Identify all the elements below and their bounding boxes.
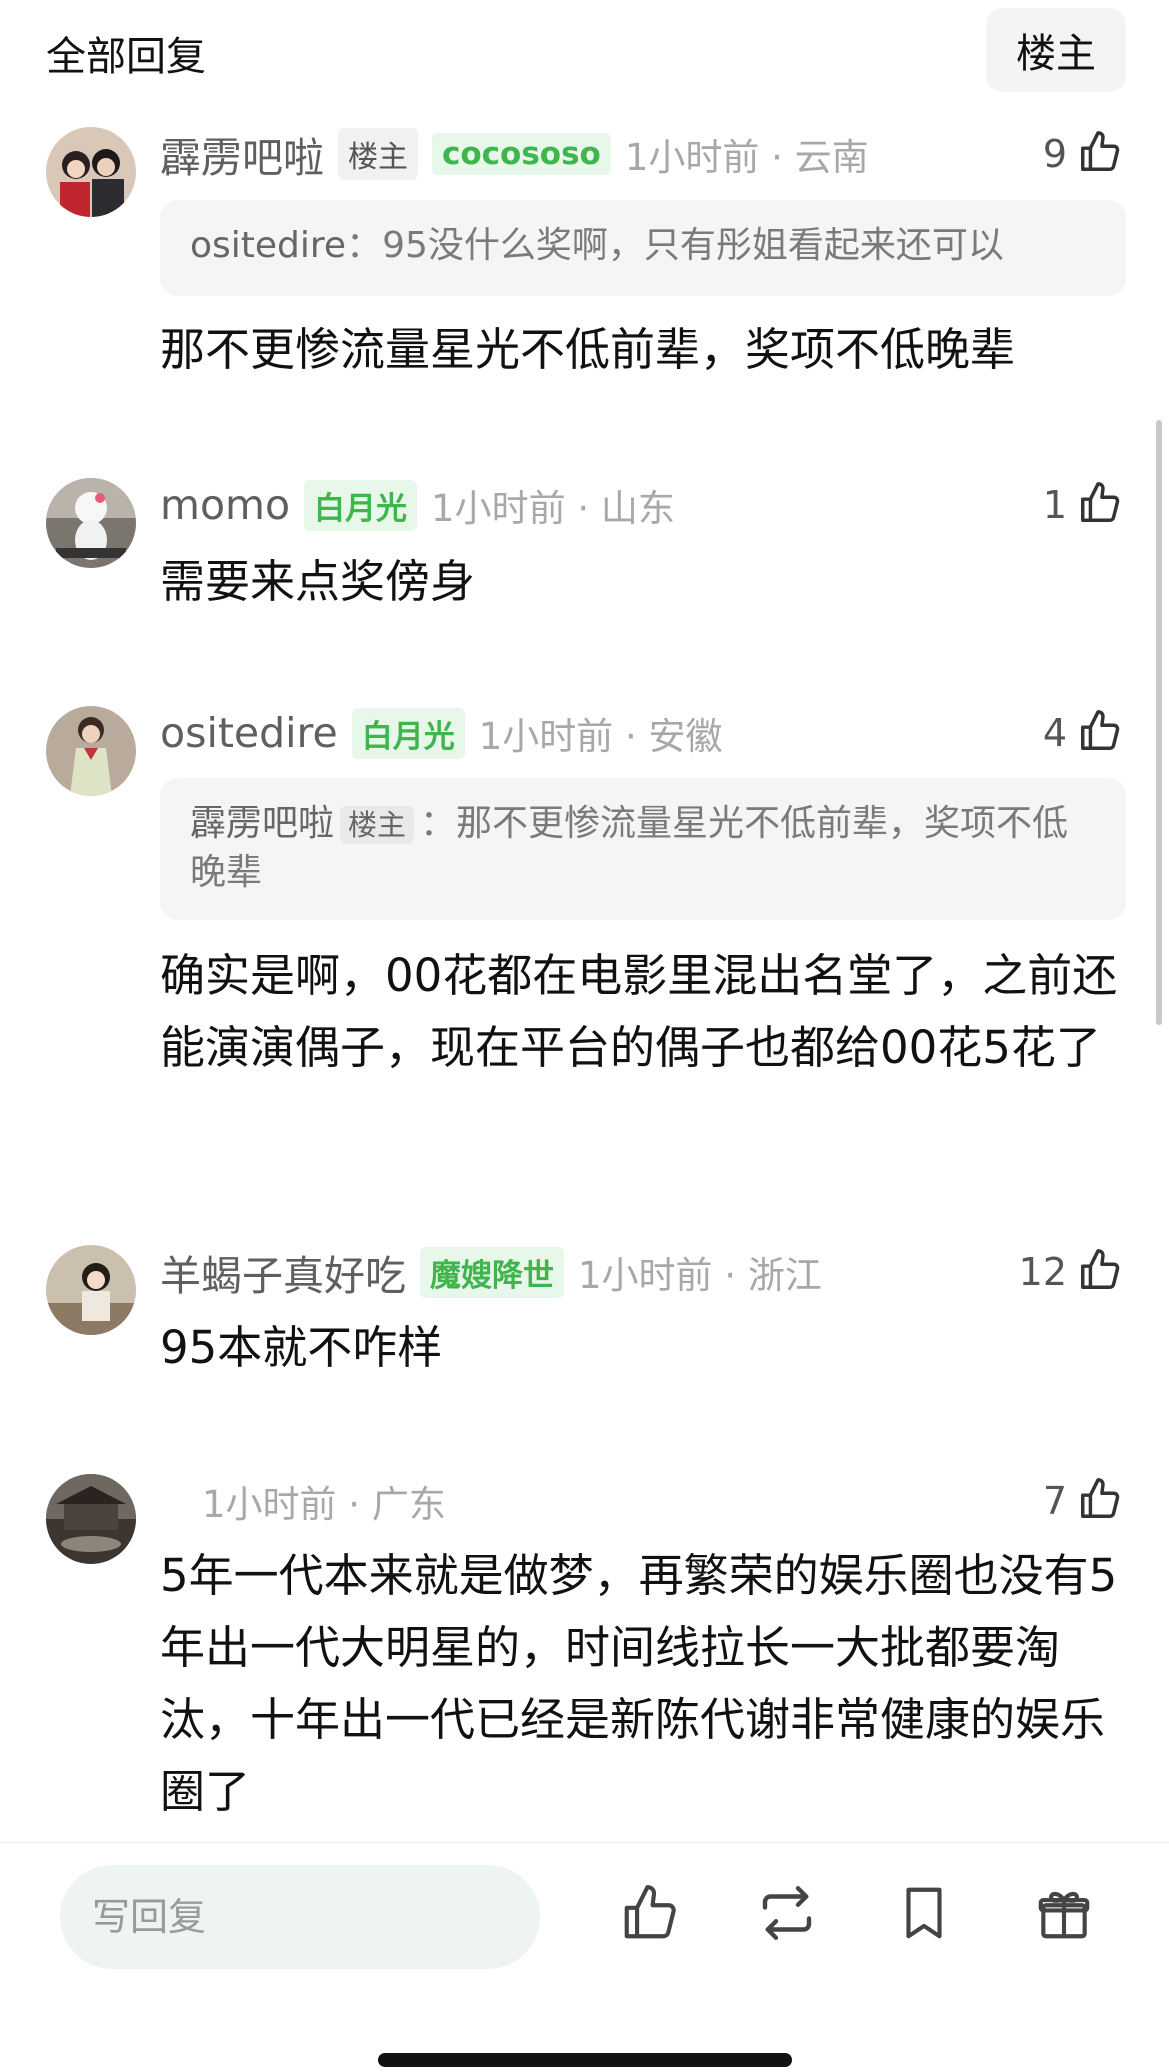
like-button[interactable]: 12	[1019, 1242, 1123, 1302]
op-only-button[interactable]: 楼主	[986, 8, 1126, 92]
quoted-text: 95没什么奖啊，只有彤姐看起来还可以	[382, 225, 1004, 266]
like-action-button[interactable]	[608, 1873, 692, 1957]
thumb-up-icon	[619, 1882, 681, 1948]
timestamp-location: 1小时前 · 浙江	[578, 1254, 822, 1297]
comment-text: 需要来点奖傍身	[160, 555, 476, 608]
repost-icon	[754, 1880, 820, 1950]
comment-meta: momo 白月光 1小时前 · 山东	[160, 475, 675, 535]
timestamp-location: 1小时前 · 云南	[624, 136, 869, 179]
timestamp-location: 1小时前 · 广东	[202, 1483, 446, 1526]
fan-badge: 白月光	[304, 479, 418, 531]
like-count: 12	[1018, 1250, 1067, 1294]
op-badge: 楼主	[338, 128, 418, 180]
quote-separator: ：	[420, 803, 457, 844]
reply-input[interactable]	[60, 1865, 540, 1969]
comment-meta: 1小时前 · 广东	[160, 1471, 446, 1531]
like-button[interactable]: 7	[1043, 1471, 1123, 1531]
comment-text: 95本就不咋样	[160, 1321, 443, 1374]
comment-meta: 霹雳吧啦 楼主 cocososo 1小时前 · 云南	[160, 124, 869, 184]
fan-badge: 魔嫂降世	[420, 1246, 564, 1298]
thumb-up-icon	[1077, 1476, 1123, 1526]
comment-text: 5年一代本来就是做梦，再繁荣的娱乐圈也没有5年出一代大明星的，时间线拉长一大批都…	[160, 1549, 1118, 1818]
scrollbar[interactable]	[1156, 420, 1162, 1025]
bookmark-icon	[893, 1882, 955, 1948]
quote-separator: ：	[346, 225, 383, 266]
comment-meta: ositedire 白月光 1小时前 · 安徽	[160, 703, 723, 763]
bookmark-button[interactable]	[882, 1873, 966, 1957]
like-count: 4	[1042, 711, 1067, 755]
thumb-up-icon	[1077, 708, 1123, 758]
like-count: 9	[1042, 132, 1067, 176]
like-count: 7	[1042, 1479, 1067, 1523]
gift-icon	[1033, 1882, 1095, 1948]
username[interactable]: 霹雳吧啦	[160, 124, 324, 184]
quoted-username: 霹雳吧啦	[190, 803, 335, 844]
comment-meta: 羊蝎子真好吃 魔嫂降世 1小时前 · 浙江	[160, 1242, 822, 1302]
quoted-reply[interactable]: 霹雳吧啦 楼主 ：那不更惨流量星光不低前辈，奖项不低晚辈	[160, 778, 1126, 920]
like-count: 1	[1042, 483, 1067, 527]
username[interactable]: 羊蝎子真好吃	[160, 1242, 406, 1302]
fan-badge: 白月光	[351, 707, 465, 759]
reply-header: 全部回复 楼主	[0, 0, 1169, 110]
gift-button[interactable]	[1022, 1873, 1106, 1957]
fan-badge: cocososo	[432, 133, 611, 175]
repost-button[interactable]	[745, 1873, 829, 1957]
quoted-reply[interactable]: ositedire：95没什么奖啊，只有彤姐看起来还可以	[160, 200, 1126, 296]
avatar[interactable]	[46, 478, 136, 568]
like-button[interactable]: 4	[1043, 703, 1123, 763]
thumb-up-icon	[1077, 129, 1123, 179]
username[interactable]: ositedire	[160, 709, 338, 757]
avatar[interactable]	[46, 1474, 136, 1564]
bottom-action-bar	[0, 1842, 1169, 2072]
avatar[interactable]	[46, 706, 136, 796]
comment-text: 那不更惨流量星光不低前辈，奖项不低晚辈	[160, 323, 1016, 376]
home-indicator	[378, 2053, 792, 2067]
timestamp-location: 1小时前 · 安徽	[478, 715, 723, 758]
username[interactable]: momo	[160, 481, 290, 529]
timestamp-location: 1小时前 · 山东	[431, 487, 675, 530]
like-button[interactable]: 1	[1043, 475, 1123, 535]
like-button[interactable]: 9	[1043, 124, 1123, 184]
thumb-up-icon	[1077, 1247, 1123, 1297]
page-title: 全部回复	[46, 34, 206, 80]
comment-text: 确实是啊，00花都在电影里混出名堂了，之前还能演演偶子，现在平台的偶子也都给00…	[160, 949, 1118, 1074]
quoted-op-badge: 楼主	[340, 806, 415, 844]
avatar[interactable]	[46, 127, 136, 217]
quoted-username: ositedire	[190, 225, 347, 266]
avatar[interactable]	[46, 1245, 136, 1335]
thumb-up-icon	[1077, 480, 1123, 530]
